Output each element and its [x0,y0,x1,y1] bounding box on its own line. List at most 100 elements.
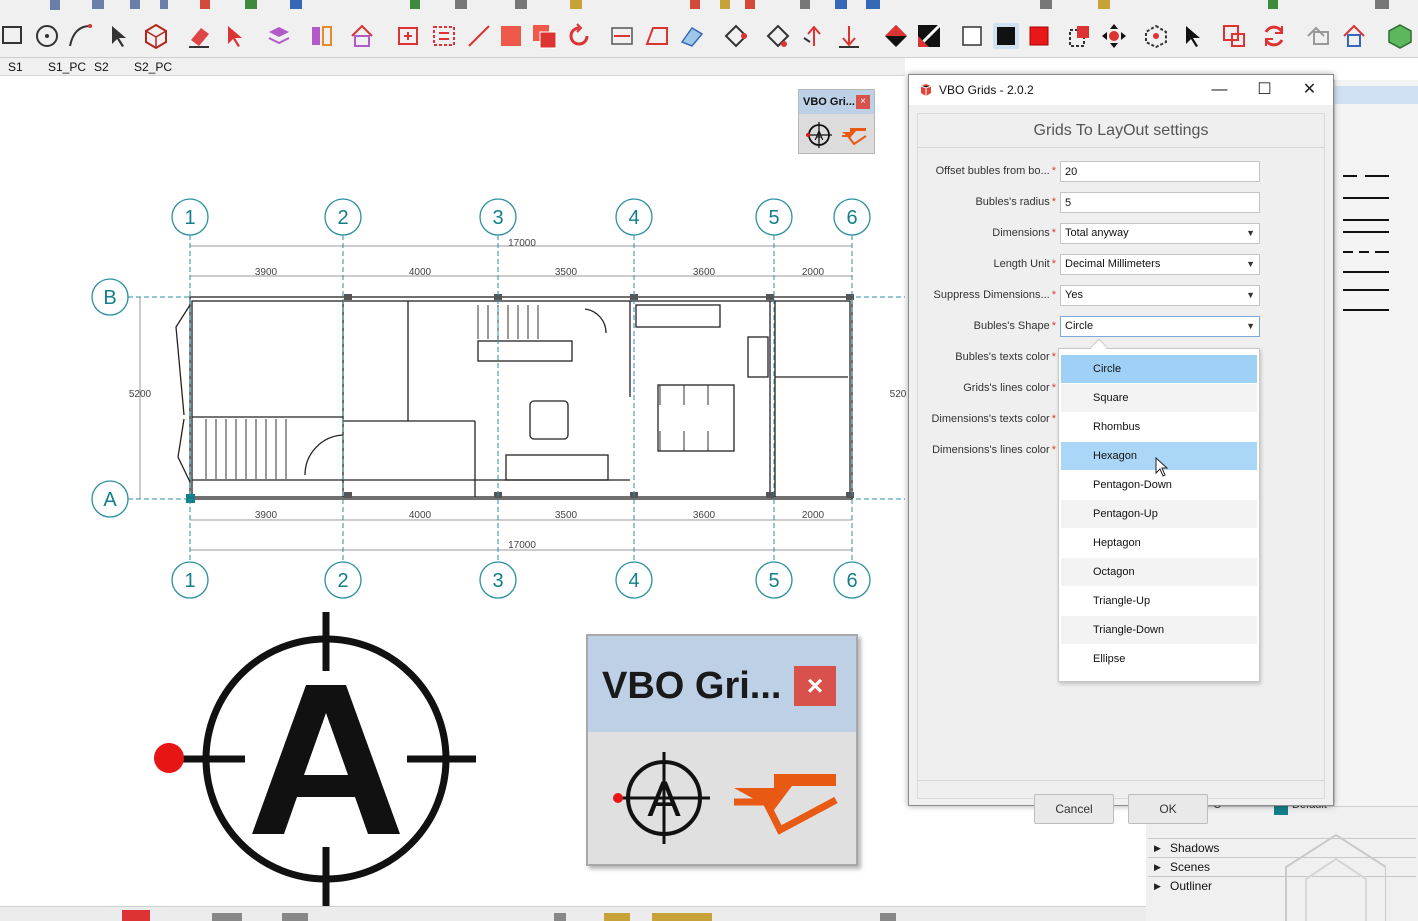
rotate-3d-icon[interactable] [1142,22,1170,50]
expand-triangle-icon: ▶ [1154,881,1161,891]
push-up-icon[interactable] [800,22,828,50]
minimize-button[interactable]: — [1197,75,1242,105]
grid-label-row-a: A [103,489,117,511]
required-mark: * [1051,351,1056,363]
bubles-shape-select[interactable]: Circle ▼ [1060,316,1260,337]
select-rect-icon[interactable] [0,22,28,50]
shape-option-square[interactable]: Square [1061,384,1257,412]
surface-icon[interactable] [678,22,706,50]
rotate-icon[interactable] [565,22,593,50]
grid-label-bottom-2: 2 [337,570,348,592]
vbo-toolbar-small-icons: A [806,122,867,148]
shape-option-ellipse[interactable]: Ellipse [1061,645,1257,673]
shape-option-heptagon[interactable]: Heptagon [1061,529,1257,557]
dim-side-left: 5200 [129,389,152,400]
vbo-toolbar-zoomed-icons: A [613,752,838,844]
offset-icon[interactable] [764,22,792,50]
red-square-icon[interactable] [1025,22,1053,50]
move-point-icon[interactable] [722,22,750,50]
field-bubles-radius-label: Bubles's radius [975,196,1050,208]
field-suppress-dimensions-label: Suppress Dimensions... [933,289,1050,301]
shape-option-triangle-up[interactable]: Triangle-Up [1061,587,1257,615]
bubles-radius-input[interactable] [1060,192,1260,213]
shape-option-octagon[interactable]: Octagon [1061,558,1257,586]
hatch-icon[interactable] [915,22,943,50]
field-bubles-radius: Bubles's radius * [918,192,1324,214]
cancel-button[interactable]: Cancel [1034,794,1114,824]
grid-dimension-zoomed-icon [734,774,838,835]
house-outline-icon[interactable] [1306,22,1334,50]
select-arrow-icon[interactable] [220,22,248,50]
move-arrows-icon[interactable] [1100,22,1128,50]
scene-tab-s1-pc[interactable]: S1_PC [44,59,90,75]
shape-option-rhombus[interactable]: Rhombus [1061,413,1257,441]
line-style-preview [1335,86,1418,311]
vbo-toolbar-small: VBO Gri... × A [798,89,875,154]
white-square-icon[interactable] [958,22,986,50]
status-bar [0,906,1146,921]
default-tray-panel [1334,80,1418,840]
dim-bottom-5: 2000 [802,510,825,521]
select-cursor-icon[interactable] [1178,22,1206,50]
length-unit-select-value: Decimal Millimeters [1065,258,1161,270]
suppress-dimensions-select[interactable]: Yes ▼ [1060,285,1260,306]
length-unit-select[interactable]: Decimal Millimeters ▼ [1060,254,1260,275]
vbo-toolbar-zoomed: VBO Gri... × A [586,634,858,866]
grid-label-top-5: 5 [768,207,779,229]
grid-dimension-icon[interactable] [842,128,867,146]
dim-top-5: 2000 [802,267,825,278]
add-view-icon[interactable] [395,22,423,50]
grid-select-icon[interactable] [430,22,458,50]
grid-label-top-1: 1 [184,207,195,229]
mouse-cursor-icon [1155,457,1169,477]
shape-option-pentagon-up[interactable]: Pentagon-Up [1061,500,1257,528]
eraser-icon[interactable] [185,22,213,50]
main-toolbar [0,0,1418,58]
diamond-fill-icon[interactable] [882,22,910,50]
layers-icon[interactable] [265,22,293,50]
arc-tool-icon[interactable] [66,22,94,50]
bubles-shape-dropdown-list: Circle Square Rhombus Hexagon Pentagon-D… [1058,338,1260,682]
maximize-button[interactable]: ☐ [1242,75,1287,105]
black-square-icon[interactable] [992,22,1020,50]
house-icon[interactable] [348,22,376,50]
grid-label-bottom-5: 5 [768,570,779,592]
vbo-toolbar-zoomed-close-icon: × [794,666,836,706]
pointer-icon[interactable] [104,22,132,50]
grid-bubble-large-icon [154,612,476,911]
scene-tabs-bar: S1 S1_PC S2 S2_PC [0,58,905,76]
close-button[interactable]: ✕ [1287,75,1332,105]
house-red-icon[interactable] [1340,22,1368,50]
watermark-logo [1285,833,1386,921]
line-tool-icon[interactable] [465,22,493,50]
dropdown-caret-icon: ▼ [1246,228,1255,238]
shape-option-triangle-down[interactable]: Triangle-Down [1061,616,1257,644]
vbo-toolbar-small-close-button[interactable]: × [856,95,870,109]
grid-bubble-zoomed-icon: A [613,752,710,844]
green-cube-icon[interactable] [1386,22,1414,50]
required-mark: * [1051,165,1056,177]
overlap-icon[interactable] [530,22,558,50]
dimensions-select[interactable]: Total anyway ▼ [1060,223,1260,244]
scene-tab-s2-pc[interactable]: S2_PC [130,59,176,75]
scale-icon[interactable] [1220,22,1248,50]
dialog-titlebar[interactable]: VBO Grids - 2.0.2 — ☐ ✕ [909,75,1333,105]
scene-tab-s1[interactable]: S1 [4,59,27,75]
offset-bubles-input[interactable] [1060,161,1260,182]
field-bubles-shape-label: Bubles's Shape [973,320,1050,332]
copy-objects-icon[interactable] [1066,22,1094,50]
dimension-icon[interactable] [608,22,636,50]
dropdown-caret-icon: ▼ [1246,259,1255,269]
scene-tab-s2[interactable]: S2 [90,59,113,75]
dim-bottom-3: 3500 [555,510,578,521]
grid-bubble-icon[interactable]: A [806,122,832,148]
refresh-icon[interactable] [1260,22,1288,50]
component-icon[interactable] [142,22,170,50]
push-down-icon[interactable] [835,22,863,50]
circle-tool-icon[interactable] [33,22,61,50]
shape-option-circle[interactable]: Circle [1061,355,1257,383]
section-icon[interactable] [308,22,336,50]
fill-rect-icon[interactable] [497,22,525,50]
ok-button[interactable]: OK [1128,794,1208,824]
elevation-icon[interactable] [643,22,671,50]
